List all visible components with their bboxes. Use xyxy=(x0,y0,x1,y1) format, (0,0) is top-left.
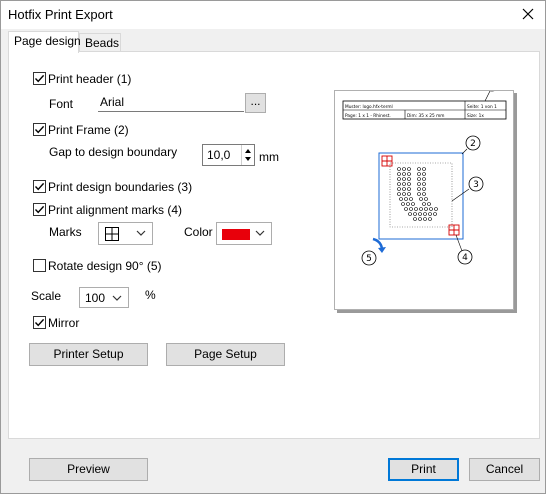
checkmark-icon xyxy=(34,318,45,327)
tab-beads[interactable]: Beads xyxy=(79,33,121,52)
scale-label: Scale xyxy=(31,289,62,303)
callout-4: 4 xyxy=(457,249,473,265)
svg-text:5: 5 xyxy=(366,254,372,264)
callout-2: 2 xyxy=(465,135,481,151)
preview-button[interactable]: Preview xyxy=(29,458,148,481)
page-design-panel: Print header (1) Font Arial ... Print Fr… xyxy=(8,51,540,439)
font-field[interactable]: Arial xyxy=(98,93,244,112)
mirror-label: Mirror xyxy=(48,316,80,330)
spin-up-down-icon xyxy=(245,149,251,161)
checkmark-icon xyxy=(34,205,45,214)
close-icon[interactable] xyxy=(519,5,537,23)
header-cell: Size: 1x xyxy=(467,113,484,119)
font-browse-button[interactable]: ... xyxy=(245,93,266,113)
chevron-down-icon xyxy=(255,230,265,236)
print-boundaries-label: Print design boundaries (3) xyxy=(48,180,193,194)
svg-text:4: 4 xyxy=(462,253,468,263)
gap-value: 10,0 xyxy=(207,148,231,162)
marks-label: Marks xyxy=(49,225,82,239)
printer-setup-button[interactable]: Printer Setup xyxy=(29,343,148,366)
print-frame-checkbox[interactable] xyxy=(33,123,46,136)
print-export-dialog: Hotfix Print Export Page design Beads Pr… xyxy=(0,0,546,494)
gap-label: Gap to design boundary xyxy=(49,145,178,159)
color-dropdown[interactable] xyxy=(216,222,272,245)
alignment-mark-top-left xyxy=(381,155,393,167)
header-cell: Dim: 35 x 25 mm xyxy=(407,113,444,119)
title-bar: Hotfix Print Export xyxy=(1,1,545,29)
color-label: Color xyxy=(184,225,213,239)
print-alignment-checkbox[interactable] xyxy=(33,203,46,216)
font-label: Font xyxy=(49,97,74,111)
gap-spinner[interactable]: 10,0 xyxy=(202,144,255,166)
scale-value: 100 xyxy=(85,291,106,305)
print-boundaries-checkbox[interactable] xyxy=(33,180,46,193)
rotate-label: Rotate design 90° (5) xyxy=(48,259,162,273)
spinner-arrows[interactable] xyxy=(241,145,254,165)
chevron-down-icon xyxy=(112,295,122,301)
checkmark-icon xyxy=(34,182,45,191)
crosshair-grid-icon xyxy=(105,227,119,241)
window-title: Hotfix Print Export xyxy=(8,7,113,22)
svg-text:2: 2 xyxy=(470,139,476,149)
print-alignment-label: Print alignment marks (4) xyxy=(48,203,183,217)
page-setup-button[interactable]: Page Setup xyxy=(166,343,285,366)
page-preview: Muster: logo.hfx-terml Seite: 1 von 1 Pa… xyxy=(334,76,514,310)
color-swatch xyxy=(222,229,250,240)
callout-5: 5 xyxy=(361,250,377,266)
callout-3: 3 xyxy=(468,176,484,192)
alignment-mark-bottom-right xyxy=(448,224,460,236)
page-preview-drawing: Muster: logo.hfx-terml Seite: 1 von 1 Pa… xyxy=(342,76,507,266)
header-cell: Seite: 1 von 1 xyxy=(467,104,497,110)
print-header-checkbox[interactable] xyxy=(33,72,46,85)
rotate-arrow-icon xyxy=(372,237,384,250)
header-cell: Page: 1 x 1 - Rhinest. xyxy=(345,113,391,119)
print-header-label: Print header (1) xyxy=(48,72,132,86)
bead-pattern xyxy=(397,167,438,221)
header-cell: Muster: logo.hfx-terml xyxy=(345,104,393,110)
rotate-checkbox[interactable] xyxy=(33,259,46,272)
mirror-checkbox[interactable] xyxy=(33,316,46,329)
gap-unit: mm xyxy=(259,150,279,164)
scale-unit: % xyxy=(145,288,156,302)
tab-page-design[interactable]: Page design xyxy=(8,31,81,53)
scale-dropdown[interactable]: 100 xyxy=(79,287,129,308)
checkmark-icon xyxy=(34,125,45,134)
checkmark-icon xyxy=(34,74,45,83)
print-button[interactable]: Print xyxy=(388,458,459,481)
chevron-down-icon xyxy=(136,230,146,236)
print-frame-label: Print Frame (2) xyxy=(48,123,129,137)
svg-text:3: 3 xyxy=(473,180,479,190)
marks-dropdown[interactable] xyxy=(98,222,153,245)
cancel-button[interactable]: Cancel xyxy=(469,458,540,481)
